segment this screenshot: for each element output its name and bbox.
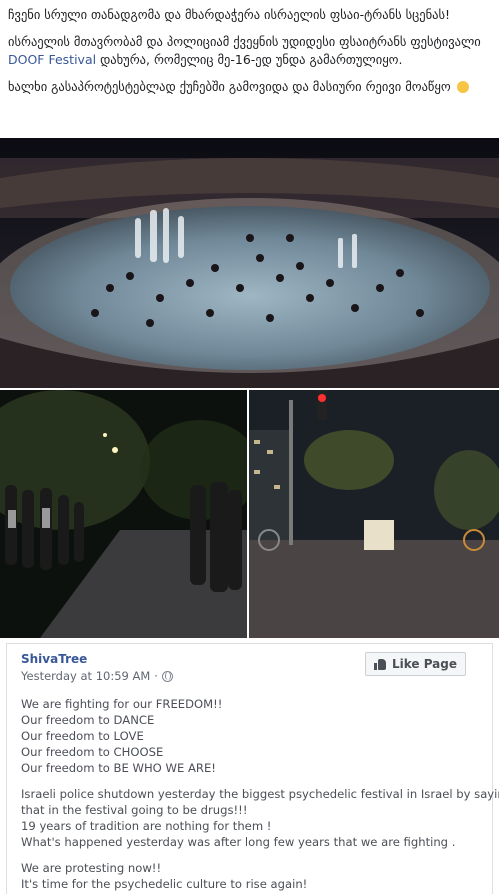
text-line: It's time for the psychedelic culture to… (21, 877, 308, 891)
post-text: ჩვენი სრული თანადგომა და მხარდაჭერა ისრა… (8, 6, 494, 105)
freedom-block: We are fighting for our FREEDOM!! Our fr… (21, 696, 486, 776)
shared-post-card: ShivaTree Yesterday at 10:59 AM · Like P… (6, 643, 499, 894)
post-paragraph-2-end: დახურა, რომელიც მე-16-ედ უნდა გამართულიყ… (100, 52, 403, 67)
post-paragraph-3: ხალხი გასაპროტესტებლად ქუჩებში გამოვიდა … (8, 78, 494, 96)
text-line: Our freedom to LOVE (21, 729, 144, 743)
timestamp-link[interactable]: Yesterday at 10:59 AM (21, 669, 150, 683)
fountain-rave-image (0, 138, 499, 388)
text-line: that in the festival going to be drugs!!… (21, 803, 248, 817)
text-line: We are protesting now!! (21, 861, 162, 875)
doof-festival-link[interactable]: DOOF Festival (8, 52, 96, 67)
thumbs-up-icon (373, 658, 386, 670)
text-line: What's happened yesterday was after long… (21, 835, 456, 849)
text-line: We are fighting for our FREEDOM!! (21, 697, 223, 711)
police-line-photo[interactable] (0, 390, 247, 638)
page-name-link[interactable]: ShivaTree (21, 652, 87, 666)
street-protest-image (249, 390, 499, 638)
text-line: Our freedom to CHOOSE (21, 745, 164, 759)
post-paragraph-2: ისრაელის მთავრობამ და პოლიციამ ქვეყნის უ… (8, 33, 494, 69)
street-protest-photo[interactable] (249, 390, 499, 638)
post-paragraph-3-text: ხალხი გასაპროტესტებლად ქუჩებში გამოვიდა … (8, 79, 451, 94)
fist-emoji-icon (456, 81, 469, 93)
shared-post-body: We are fighting for our FREEDOM!! Our fr… (21, 696, 499, 894)
globe-icon (161, 670, 173, 682)
like-page-label: Like Page (391, 657, 457, 671)
police-block: Israeli police shutdown yesterday the bi… (21, 786, 499, 850)
post-paragraph-1: ჩვენი სრული თანადგომა და მხარდაჭერა ისრა… (8, 7, 451, 22)
protest-block: We are protesting now!! It's time for th… (21, 860, 486, 892)
text-line: Our freedom to BE WHO WE ARE! (21, 761, 216, 775)
fountain-rave-photo[interactable] (0, 138, 499, 388)
post-paragraph-2-start: ისრაელის მთავრობამ და პოლიციამ ქვეყნის უ… (8, 34, 481, 49)
text-line: Our freedom to DANCE (21, 713, 155, 727)
like-page-button[interactable]: Like Page (364, 652, 466, 676)
text-line: 19 years of tradition are nothing for th… (21, 819, 272, 833)
meta-separator: · (154, 669, 158, 683)
text-line: Israeli police shutdown yesterday the bi… (21, 787, 499, 801)
police-line-image (0, 390, 247, 638)
post-meta: Yesterday at 10:59 AM · (21, 669, 173, 683)
